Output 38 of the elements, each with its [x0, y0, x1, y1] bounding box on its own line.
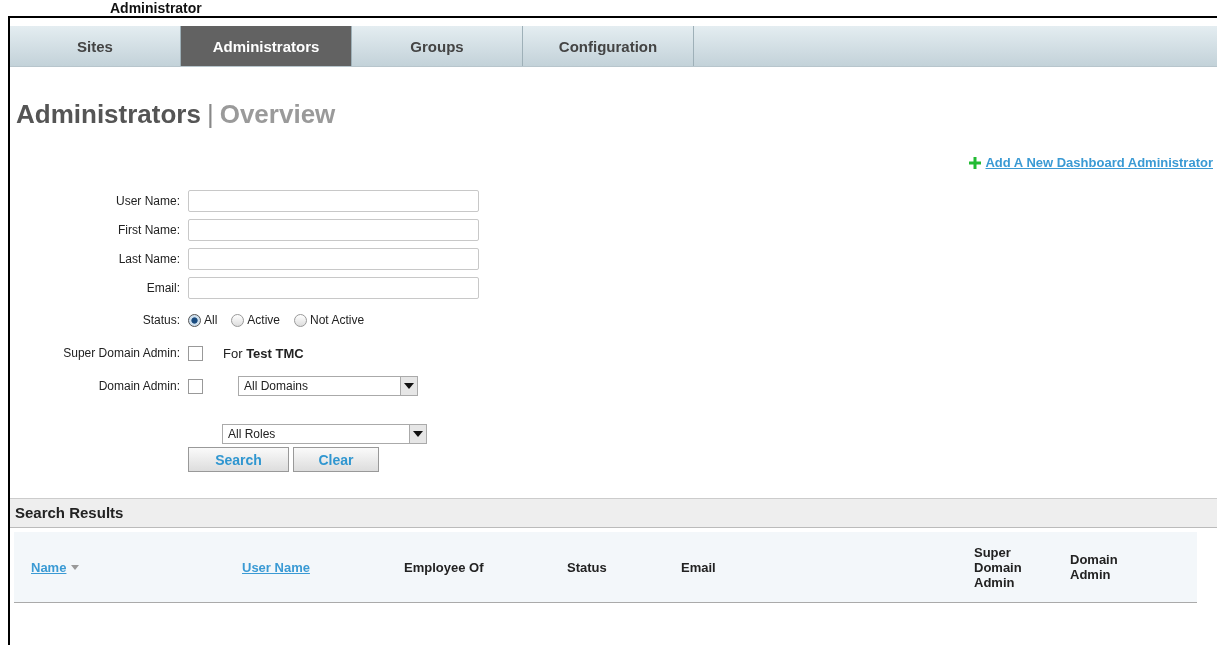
field-label: Status:	[142, 313, 180, 327]
page-heading: Administrators | Overview	[16, 99, 337, 129]
input-field[interactable]	[188, 189, 479, 212]
field-label: Last Name:	[118, 251, 180, 266]
field-label: User Name:	[116, 193, 180, 208]
tab[interactable]: Groups	[352, 26, 523, 66]
checkbox[interactable]	[188, 378, 203, 394]
radio-button[interactable]	[188, 313, 201, 327]
caret-icon	[409, 425, 426, 443]
input-field[interactable]	[188, 218, 479, 241]
field-label: Domain Admin:	[98, 379, 180, 393]
column-header: Domain Admin	[1070, 552, 1119, 582]
add-administrator-link[interactable]: Add A New Dashboard Administrator	[969, 155, 1213, 170]
checkbox[interactable]	[188, 345, 203, 361]
input-field[interactable]	[188, 276, 479, 299]
plus-icon	[969, 156, 982, 169]
column-header: Email	[681, 559, 716, 575]
radio-button[interactable]	[231, 313, 245, 327]
dropdown[interactable]: All Roles	[222, 424, 427, 444]
column-header: Super Domain Admin	[974, 544, 1023, 590]
radio-label: All	[204, 313, 218, 327]
page-title: Administrator	[110, 0, 203, 16]
checkbox-note: For Test TMC	[223, 345, 304, 361]
column-header: Employee Of	[404, 559, 484, 575]
tab[interactable]: Configuration	[523, 26, 694, 66]
dropdown[interactable]: All Domains	[238, 376, 418, 396]
sort-caret-icon	[71, 564, 80, 570]
search-results-header: Search Results	[10, 498, 1217, 528]
tab[interactable]: Administrators	[181, 26, 352, 66]
field-label: First Name:	[118, 222, 180, 237]
input-field[interactable]	[188, 247, 479, 270]
caret-icon	[400, 377, 417, 395]
field-label: Email:	[146, 280, 180, 295]
radio-label: Active	[247, 313, 281, 327]
column-header: Status	[567, 559, 607, 575]
radio-button[interactable]	[294, 313, 308, 327]
radio-label: Not Active	[310, 313, 365, 327]
field-label: Super Domain Admin:	[63, 346, 180, 360]
